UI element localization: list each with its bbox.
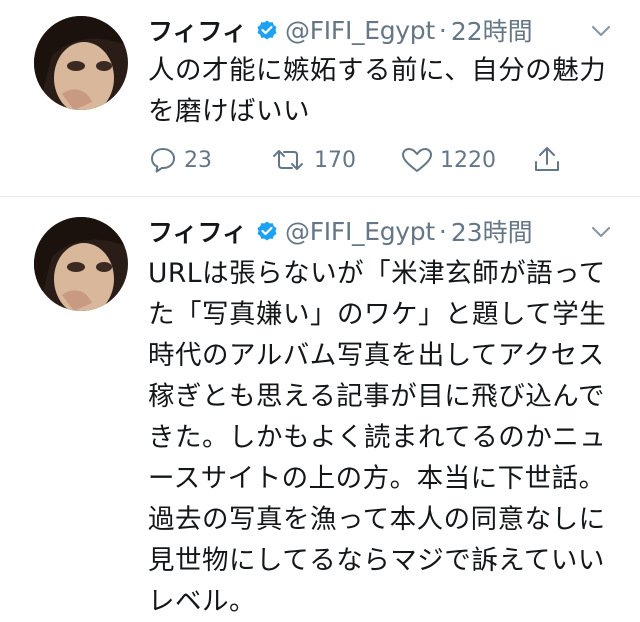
timestamp[interactable]: 23時間	[451, 213, 533, 249]
avatar-image	[34, 217, 128, 311]
reply-icon	[151, 148, 175, 173]
retweet-button[interactable]: 170	[268, 140, 356, 180]
display-name[interactable]: フィフィ	[148, 213, 247, 249]
reply-count: 23	[184, 147, 212, 173]
tweet[interactable]: フィフィ @FIFI_Egypt · 22時間 人の才能に嫉妬する前に、自分の魅…	[0, 0, 640, 197]
share-icon	[535, 147, 559, 171]
tweet-text: URLは張らないが「米津玄師が語って た「写真嫌い」のワケ」と題して学生 時代の…	[148, 258, 607, 617]
display-name[interactable]: フィフィ	[148, 12, 247, 48]
verified-badge-icon	[257, 20, 277, 40]
like-button[interactable]: 1220	[400, 140, 496, 180]
reply-button[interactable]: 23	[148, 140, 212, 180]
avatar[interactable]	[34, 217, 128, 311]
timestamp[interactable]: 22時間	[451, 12, 533, 48]
avatar[interactable]	[34, 16, 128, 110]
handle[interactable]: @FIFI_Egypt	[285, 217, 435, 246]
retweet-count: 170	[314, 147, 356, 173]
share-button[interactable]	[532, 140, 568, 180]
chevron-down-icon[interactable]	[588, 18, 614, 44]
retweet-icon	[273, 150, 303, 170]
separator: ·	[438, 216, 447, 246]
tweet-actions: 23 170 1220	[148, 140, 620, 180]
like-count: 1220	[440, 147, 496, 173]
like-icon	[402, 148, 432, 172]
handle[interactable]: @FIFI_Egypt	[285, 16, 435, 45]
tweet-text: 人の才能に嫉妬する前に、自分の魅力 を磨けばいい	[148, 55, 607, 127]
chevron-down-icon[interactable]	[588, 219, 614, 245]
separator: ·	[438, 15, 447, 45]
tweet[interactable]: フィフィ @FIFI_Egypt · 23時間 URLは張らないが「米津玄師が語…	[0, 197, 640, 617]
verified-badge-icon	[257, 221, 277, 241]
avatar-image	[34, 16, 128, 110]
